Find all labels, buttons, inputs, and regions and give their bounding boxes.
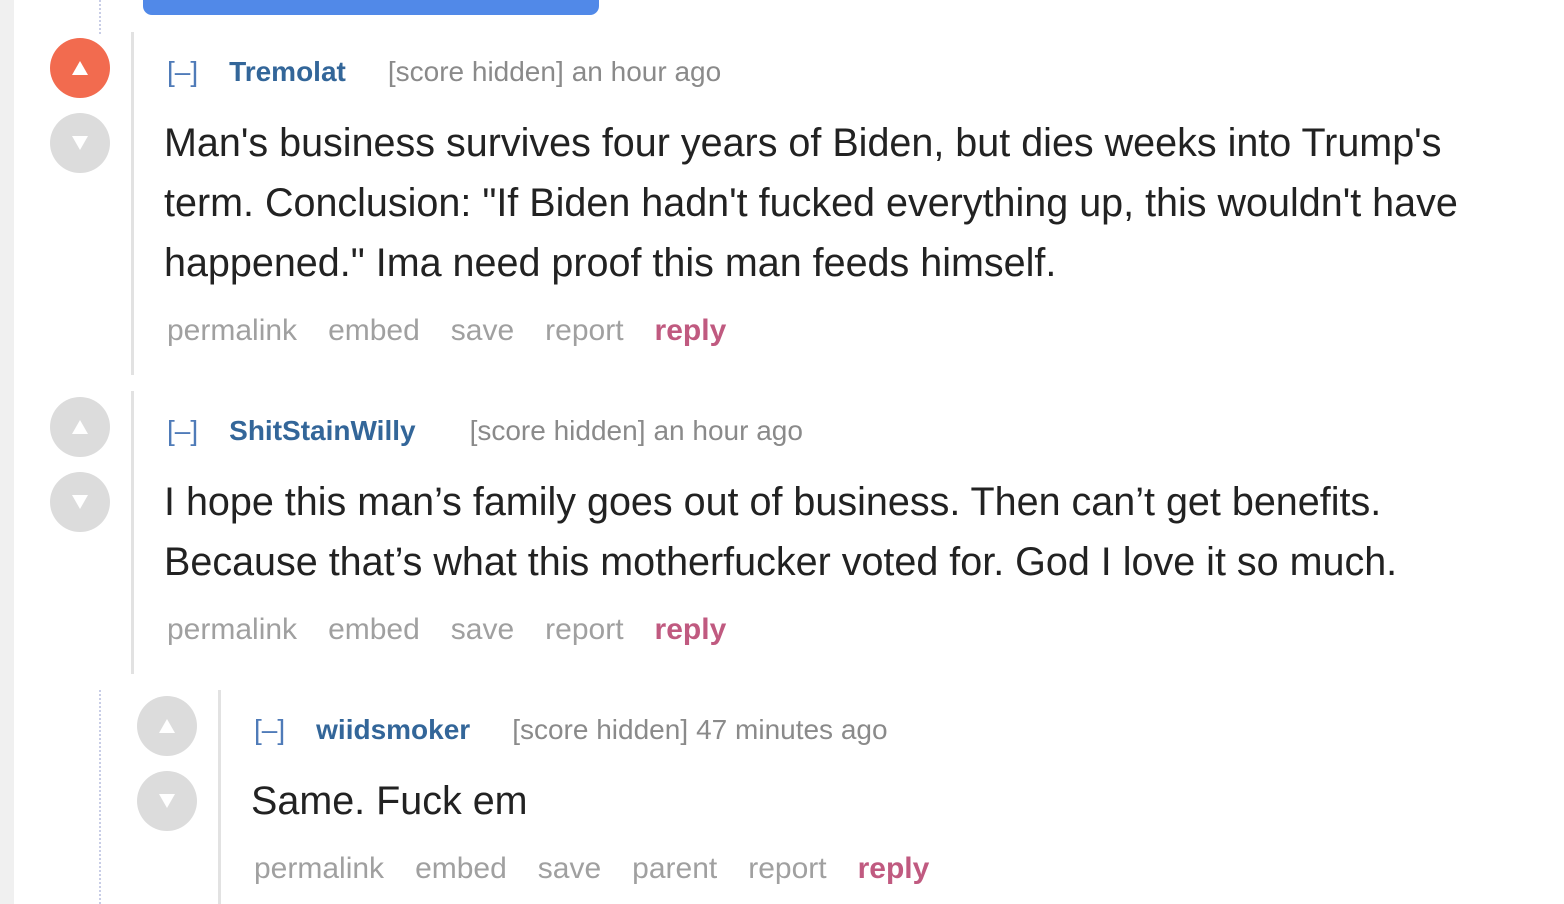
comment-body: Same. Fuck em — [251, 771, 528, 831]
upvote-button[interactable] — [137, 696, 197, 756]
timestamp: an hour ago — [653, 415, 803, 446]
comment-header: [–] Tremolat [score hidden] an hour ago — [167, 56, 721, 88]
comment-body-line: Same. Fuck em — [251, 779, 528, 823]
score-label: [score hidden] — [387, 56, 564, 87]
down-arrow-icon — [72, 136, 88, 150]
save-link[interactable]: save — [538, 852, 601, 886]
comment-body-line: term. Conclusion: "If Biden hadn't fucke… — [164, 181, 1458, 225]
score-label: [score hidden] — [469, 415, 646, 446]
comment-meta: [score hidden] 47 minutes ago — [512, 714, 887, 746]
thread-guide-line — [99, 690, 101, 904]
upvote-button[interactable] — [50, 38, 110, 98]
comment-body: Man's business survives four years of Bi… — [164, 113, 1458, 293]
author-link[interactable]: ShitStainWilly — [229, 415, 415, 447]
downvote-button[interactable] — [50, 113, 110, 173]
reply-link[interactable]: reply — [655, 613, 727, 647]
parent-link[interactable]: parent — [632, 852, 717, 886]
permalink-link[interactable]: permalink — [167, 314, 297, 348]
collapse-toggle[interactable]: [–] — [167, 415, 198, 447]
comment-actions: permalink embed save parent report reply — [254, 852, 929, 886]
timestamp: an hour ago — [571, 56, 722, 87]
left-gutter — [0, 0, 14, 904]
collapse-toggle[interactable]: [–] — [167, 56, 198, 88]
embed-link[interactable]: embed — [328, 314, 420, 348]
comment-header: [–] ShitStainWilly [score hidden] an hour… — [167, 415, 803, 447]
comment-meta: [score hidden] an hour ago — [470, 415, 803, 447]
collapse-toggle[interactable]: [–] — [254, 714, 285, 746]
comment-meta: [score hidden] an hour ago — [388, 56, 721, 88]
up-arrow-icon — [159, 719, 175, 733]
comment-body-line: I hope this man’s family goes out of bus… — [164, 480, 1382, 524]
up-arrow-icon — [72, 61, 88, 75]
comment-actions: permalink embed save report reply — [167, 613, 726, 647]
timestamp: 47 minutes ago — [696, 714, 888, 745]
embed-link[interactable]: embed — [328, 613, 420, 647]
comment-body-line: Man's business survives four years of Bi… — [164, 121, 1442, 165]
comment-indent-line — [131, 32, 134, 375]
comment-thread-page: [–] Tremolat [score hidden] an hour ago M… — [0, 0, 1564, 904]
report-link[interactable]: report — [748, 852, 826, 886]
embed-link[interactable]: embed — [415, 852, 507, 886]
comment-body: I hope this man’s family goes out of bus… — [164, 472, 1397, 592]
score-label: [score hidden] — [512, 714, 689, 745]
up-arrow-icon — [72, 420, 88, 434]
report-link[interactable]: report — [545, 314, 623, 348]
author-link[interactable]: Tremolat — [229, 56, 346, 88]
author-link[interactable]: wiidsmoker — [316, 714, 470, 746]
save-link[interactable]: save — [451, 613, 514, 647]
comment-header: [–] wiidsmoker [score hidden] 47 minutes … — [254, 714, 888, 746]
comment-body-line: Because that’s what this motherfucker vo… — [164, 540, 1398, 584]
comment-indent-line — [131, 391, 134, 674]
thread-guide-line — [99, 0, 101, 34]
downvote-button[interactable] — [50, 472, 110, 532]
save-link[interactable]: save — [451, 314, 514, 348]
top-action-button[interactable] — [143, 0, 599, 15]
permalink-link[interactable]: permalink — [167, 613, 297, 647]
down-arrow-icon — [159, 794, 175, 808]
upvote-button[interactable] — [50, 397, 110, 457]
down-arrow-icon — [72, 495, 88, 509]
reply-link[interactable]: reply — [655, 314, 727, 348]
downvote-button[interactable] — [137, 771, 197, 831]
comment-actions: permalink embed save report reply — [167, 314, 726, 348]
permalink-link[interactable]: permalink — [254, 852, 384, 886]
reply-link[interactable]: reply — [858, 852, 930, 886]
comment-indent-line — [218, 690, 221, 904]
report-link[interactable]: report — [545, 613, 623, 647]
comment-body-line: happened." Ima need proof this man feeds… — [164, 241, 1057, 285]
